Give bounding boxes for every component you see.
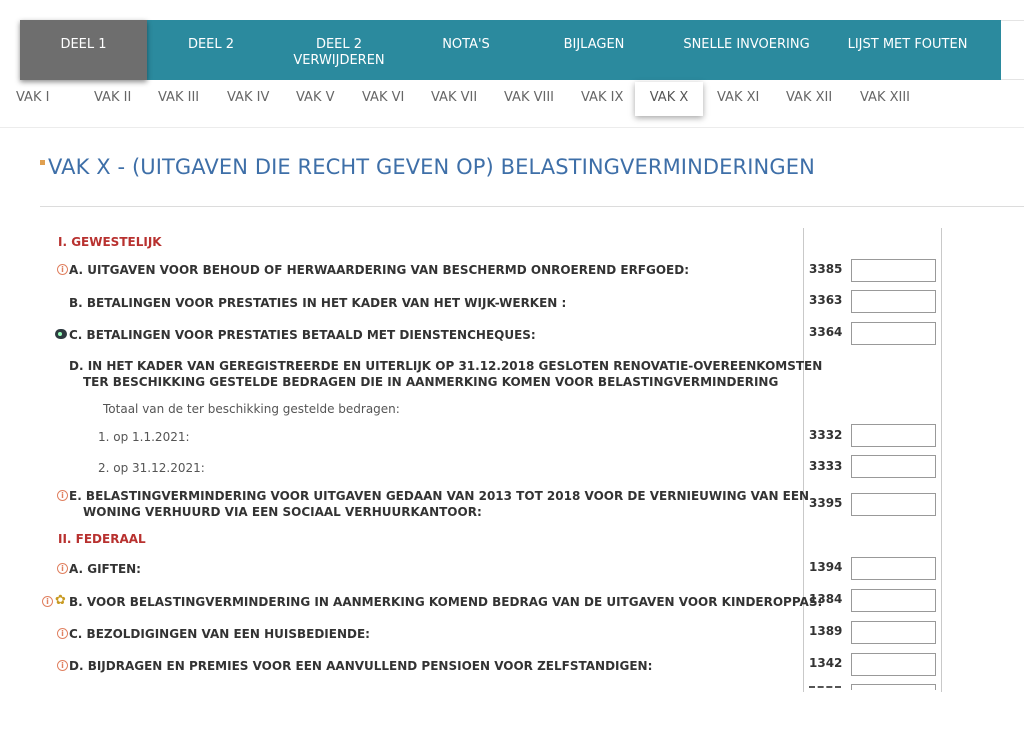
vak-tab-xi[interactable]: VAK XI bbox=[717, 90, 759, 105]
code-1342: 1342 bbox=[809, 656, 843, 670]
vak-tab-xii[interactable]: VAK XII bbox=[786, 90, 832, 105]
label-line-2: TER BESCHIKKING GESTELDE BEDRAGEN DIE IN… bbox=[83, 375, 779, 389]
partial-input[interactable] bbox=[851, 684, 936, 690]
info-icon[interactable]: i bbox=[57, 660, 68, 671]
label-dienstencheques: C. BETALINGEN VOOR PRESTATIES BETAALD ME… bbox=[69, 328, 536, 342]
tab-notas[interactable]: NOTA'S bbox=[403, 20, 529, 80]
label-line-1: E. BELASTINGVERMINDERING VOOR UITGAVEN G… bbox=[69, 489, 810, 503]
field-column-divider bbox=[941, 228, 942, 692]
info-icon[interactable]: i bbox=[57, 628, 68, 639]
input-1389[interactable] bbox=[851, 621, 936, 644]
partial-code bbox=[809, 686, 841, 689]
vak-tab-x[interactable]: VAK X bbox=[635, 82, 703, 116]
label-line-2: WONING VERHUURD VIA EEN SOCIAAL VERHUURK… bbox=[83, 505, 482, 519]
input-1342[interactable] bbox=[851, 653, 936, 676]
vak-tab-i[interactable]: VAK I bbox=[16, 90, 49, 105]
tab-label: SNELLE INVOERING bbox=[683, 37, 810, 52]
info-icon[interactable]: i bbox=[42, 596, 53, 607]
code-column-divider bbox=[803, 228, 804, 692]
vak-tab-vi[interactable]: VAK VI bbox=[362, 90, 404, 105]
code-1394: 1394 bbox=[809, 560, 843, 574]
tab-deel-2[interactable]: DEEL 2 bbox=[147, 20, 275, 80]
vak-tab-iv[interactable]: VAK IV bbox=[227, 90, 269, 105]
tab-label: DEEL 1 bbox=[60, 37, 107, 52]
childcare-icon[interactable]: ✿ bbox=[55, 594, 66, 607]
input-3332[interactable] bbox=[851, 424, 936, 447]
tab-deel-1[interactable]: DEEL 1 bbox=[20, 20, 147, 80]
input-3364[interactable] bbox=[851, 322, 936, 345]
info-icon[interactable]: i bbox=[57, 264, 68, 275]
vak-tab-ii[interactable]: VAK II bbox=[94, 90, 131, 105]
input-1394[interactable] bbox=[851, 557, 936, 580]
label-op-31-12-2021: 2. op 31.12.2021: bbox=[98, 461, 205, 475]
tab-lijst-met-fouten[interactable]: LIJST MET FOUTEN bbox=[834, 20, 981, 80]
tab-label: NOTA'S bbox=[442, 37, 490, 52]
tab-label: DEEL 2 bbox=[187, 37, 235, 52]
code-1389: 1389 bbox=[809, 624, 843, 638]
input-3363[interactable] bbox=[851, 290, 936, 313]
label-line-1: D. IN HET KADER VAN GEREGISTREERDE EN UI… bbox=[69, 359, 823, 373]
tab-label: BIJLAGEN bbox=[563, 37, 625, 52]
input-3395[interactable] bbox=[851, 493, 936, 516]
tab-label-line2: VERWIJDEREN bbox=[293, 53, 385, 68]
code-3363: 3363 bbox=[809, 293, 843, 307]
vak-tab-vii[interactable]: VAK VII bbox=[431, 90, 477, 105]
label-huisbediende: C. BEZOLDIGINGEN VAN EEN HUISBEDIENDE: bbox=[69, 627, 370, 641]
tab-bijlagen[interactable]: BIJLAGEN bbox=[529, 20, 659, 80]
vak-tab-xiii[interactable]: VAK XIII bbox=[860, 90, 910, 105]
top-navigation: DEEL 1 DEEL 2 DEEL 2 VERWIJDEREN NOTA'S … bbox=[20, 20, 1001, 80]
label-uitgaven-erfgoed: A. UITGAVEN VOOR BEHOUD OF HERWAARDERING… bbox=[69, 263, 690, 277]
input-3385[interactable] bbox=[851, 259, 936, 282]
code-3333: 3333 bbox=[809, 459, 843, 473]
code-3395: 3395 bbox=[809, 496, 843, 510]
label-aanvullend-pensioen: D. BIJDRAGEN EN PREMIES VOOR EEN AANVULL… bbox=[69, 659, 653, 673]
tab-snelle-invoering[interactable]: SNELLE INVOERING bbox=[659, 20, 834, 80]
label-totaal: Totaal van de ter beschikking gestelde b… bbox=[103, 402, 400, 416]
vak-tab-iii[interactable]: VAK III bbox=[158, 90, 199, 105]
tab-label: DEEL 2 bbox=[315, 37, 363, 52]
title-divider bbox=[40, 206, 1024, 207]
topnav-filler bbox=[1001, 20, 1024, 80]
label-giften: A. GIFTEN: bbox=[69, 562, 141, 576]
vak-tab-ix[interactable]: VAK IX bbox=[581, 90, 623, 105]
vak-navigation: VAK I VAK II VAK III VAK IV VAK V VAK VI… bbox=[0, 80, 1024, 128]
code-1384: 1384 bbox=[809, 592, 843, 606]
label-kinderoppas: B. VOOR BELASTINGVERMINDERING IN AANMERK… bbox=[69, 595, 823, 609]
tab-label: LIJST MET FOUTEN bbox=[847, 37, 968, 52]
tab-deel-2-verwijderen[interactable]: DEEL 2 VERWIJDEREN bbox=[275, 20, 403, 80]
label-wijk-werken: B. BETALINGEN VOOR PRESTATIES IN HET KAD… bbox=[69, 296, 567, 310]
title-bullet bbox=[40, 160, 45, 165]
vak-tab-v[interactable]: VAK V bbox=[296, 90, 335, 105]
label-op-1-1-2021: 1. op 1.1.2021: bbox=[98, 430, 190, 444]
code-3385: 3385 bbox=[809, 262, 843, 276]
service-cheque-icon[interactable] bbox=[55, 329, 67, 339]
section-federaal: II. FEDERAAL bbox=[58, 532, 146, 546]
info-icon[interactable]: i bbox=[57, 563, 68, 574]
info-icon[interactable]: i bbox=[57, 490, 68, 501]
section-gewestelijk: I. GEWESTELIJK bbox=[58, 235, 162, 249]
vak-tab-viii[interactable]: VAK VIII bbox=[504, 90, 554, 105]
input-1384[interactable] bbox=[851, 589, 936, 612]
code-3364: 3364 bbox=[809, 325, 843, 339]
label-sociaal-verhuurkantoor: E. BELASTINGVERMINDERING VOOR UITGAVEN G… bbox=[69, 488, 809, 520]
code-3332: 3332 bbox=[809, 428, 843, 442]
input-3333[interactable] bbox=[851, 455, 936, 478]
label-renovatie-overeenkomsten: D. IN HET KADER VAN GEREGISTREERDE EN UI… bbox=[69, 358, 822, 390]
page-title: VAK X - (UITGAVEN DIE RECHT GEVEN OP) BE… bbox=[48, 155, 815, 179]
